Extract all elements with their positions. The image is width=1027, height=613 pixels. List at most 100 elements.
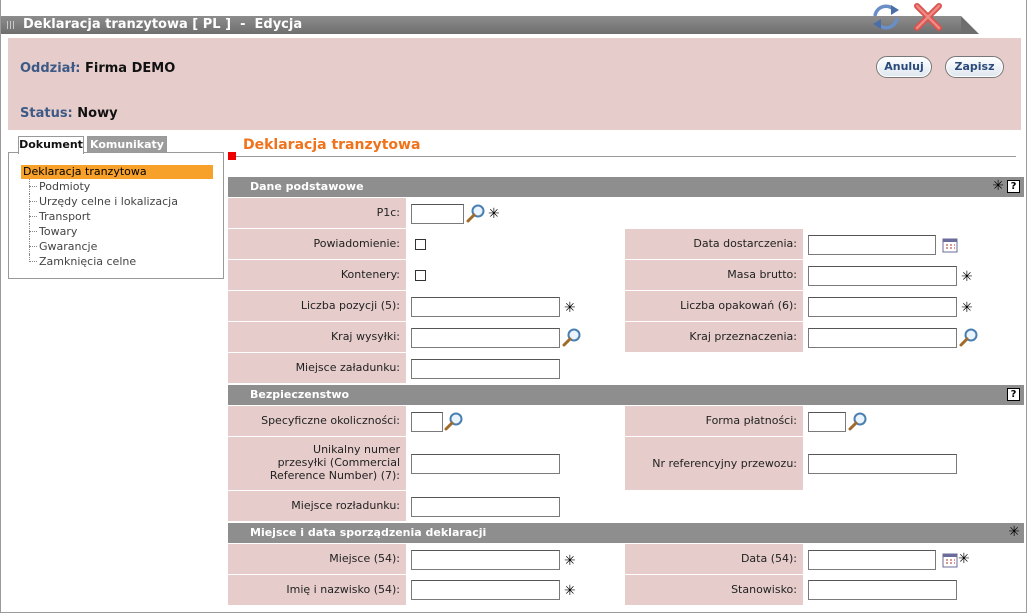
miejsce-input[interactable] <box>411 550 560 570</box>
form-row: Unikalny numer przesyłki (Commercial Ref… <box>228 437 1024 491</box>
field-label: Kontenery: <box>228 260 406 290</box>
status-label: Status: <box>20 106 73 121</box>
field-cell <box>406 353 1024 383</box>
field-label: Kraj przeznaczenia: <box>625 322 803 352</box>
tab-komunikaty[interactable]: Komunikaty <box>87 136 167 153</box>
required-icon: ✳ <box>488 206 500 222</box>
document-header: Oddział: Firma DEMO Status: Nowy Anuluj … <box>8 38 1021 130</box>
field-label: Data (54): <box>625 544 803 574</box>
form-row: P1c: ✳ <box>228 198 1024 229</box>
liczba-opakowan-input[interactable] <box>808 297 957 317</box>
data-input[interactable] <box>808 550 936 570</box>
field-label: Masa brutto: <box>625 260 803 290</box>
required-icon: ✳ <box>961 300 973 316</box>
field-label: Kraj wysyłki: <box>228 322 406 352</box>
field-cell: ✳ <box>406 291 625 321</box>
tree-item-urzedy[interactable]: Urzędy celne i lokalizacja <box>21 194 213 209</box>
tree-item-transport[interactable]: Transport <box>21 209 213 224</box>
field-cell <box>406 260 625 290</box>
unikalny-numer-input[interactable] <box>411 454 560 474</box>
specyficzne-okolicznosci-input[interactable] <box>411 412 443 432</box>
close-icon[interactable] <box>913 2 943 32</box>
search-icon[interactable] <box>444 411 464 431</box>
tree-item-towary[interactable]: Towary <box>21 224 213 239</box>
miejsce-rozladunku-input[interactable] <box>411 497 560 517</box>
calendar-icon[interactable] <box>942 237 958 253</box>
tree-item-gwarancje[interactable]: Gwarancje <box>21 239 213 254</box>
kontenery-checkbox[interactable] <box>415 270 426 281</box>
section-title: Miejsce i data sporządzenia deklaracji <box>250 526 487 539</box>
required-icon: ✳ <box>564 583 576 599</box>
field-label: Imię i nazwisko (54): <box>228 575 406 605</box>
save-button[interactable]: Zapisz <box>945 56 1004 78</box>
status-value: Nowy <box>77 106 118 121</box>
kraj-przeznaczenia-input[interactable] <box>808 328 957 348</box>
calendar-icon[interactable] <box>942 552 958 568</box>
required-icon: ✳ <box>992 178 1004 194</box>
data-dostarczenia-input[interactable] <box>808 235 936 255</box>
field-label: Stanowisko: <box>625 575 803 605</box>
refresh-icon[interactable] <box>869 2 903 32</box>
tree-item-deklaracja[interactable]: Deklaracja tranzytowa <box>21 165 213 179</box>
search-icon[interactable] <box>562 327 582 347</box>
page-title: Deklaracja tranzytowa <box>243 137 421 153</box>
app-window: Deklaracja tranzytowa [ PL ] - Edycja Od… <box>0 0 1027 613</box>
field-cell: ✳ <box>406 544 625 574</box>
grip-icon <box>7 21 15 29</box>
field-label: Nr referencyjny przewozu: <box>625 437 803 490</box>
field-label: Liczba pozycji (5): <box>228 291 406 321</box>
required-icon: ✳ <box>961 269 973 285</box>
p1c-input[interactable] <box>411 204 464 224</box>
nr-referencyjny-input[interactable] <box>808 454 957 474</box>
kraj-wysylki-input[interactable] <box>411 328 560 348</box>
field-label: Liczba opakowań (6): <box>625 291 803 321</box>
masa-brutto-input[interactable] <box>808 266 957 286</box>
branch-label: Oddział: <box>20 61 81 76</box>
branch-info: Oddział: Firma DEMO <box>20 61 175 76</box>
field-cell: ✳ <box>803 544 1024 574</box>
section-title: Bezpieczenstwo <box>250 388 350 401</box>
search-icon[interactable] <box>466 203 486 223</box>
field-cell <box>803 229 1024 259</box>
section-miejsce-data: Miejsce i data sporządzenia deklaracji ✳ <box>228 523 1024 543</box>
field-label: Specyficzne okoliczności: <box>228 406 406 436</box>
forma-platnosci-input[interactable] <box>808 412 846 432</box>
form-row: Kraj wysyłki: Kraj przeznaczenia: <box>228 322 1024 353</box>
help-icon[interactable]: ? <box>1007 180 1020 193</box>
field-label: Miejsce rozładunku: <box>228 491 406 521</box>
miejsce-zaladunku-input[interactable] <box>411 359 560 379</box>
cancel-button[interactable]: Anuluj <box>876 56 932 78</box>
tree-item-podmioty[interactable]: Podmioty <box>21 179 213 194</box>
field-label: Miejsce załadunku: <box>228 353 406 383</box>
window-title: Deklaracja tranzytowa [ PL ] - Edycja <box>23 17 303 32</box>
field-cell <box>803 406 1024 436</box>
field-cell: ✳ <box>406 575 625 605</box>
field-label: P1c: <box>228 198 406 228</box>
form-row: Miejsce rozładunku: <box>228 491 1024 522</box>
status-info: Status: Nowy <box>20 106 118 121</box>
title-divider <box>236 156 1016 157</box>
search-icon[interactable] <box>959 327 979 347</box>
field-label: Powiadomienie: <box>228 229 406 259</box>
powiadomienie-checkbox[interactable] <box>415 239 426 250</box>
search-icon[interactable] <box>848 411 868 431</box>
form-row: Specyficzne okoliczności: Forma płatnośc… <box>228 406 1024 437</box>
field-cell: ✳ <box>406 198 1024 228</box>
liczba-pozycji-input[interactable] <box>411 297 560 317</box>
imie-nazwisko-input[interactable] <box>411 580 560 600</box>
field-cell <box>406 229 625 259</box>
tab-dokument[interactable]: Dokument <box>18 136 84 154</box>
field-label: Unikalny numer przesyłki (Commercial Ref… <box>228 437 406 490</box>
title-marker <box>228 152 236 160</box>
tree-item-zamkniecia[interactable]: Zamknięcia celne <box>21 254 213 269</box>
form-row: Miejsce załadunku: <box>228 353 1024 384</box>
form-row: Kontenery: Masa brutto: ✳ <box>228 260 1024 291</box>
help-icon[interactable]: ? <box>1007 388 1020 401</box>
branch-value: Firma DEMO <box>85 61 176 76</box>
field-cell <box>406 491 1024 521</box>
required-icon: ✳ <box>564 553 576 569</box>
stanowisko-input[interactable] <box>808 580 957 600</box>
form-row: Powiadomienie: Data dostarczenia: <box>228 229 1024 260</box>
field-cell <box>406 437 625 490</box>
field-label: Forma płatności: <box>625 406 803 436</box>
